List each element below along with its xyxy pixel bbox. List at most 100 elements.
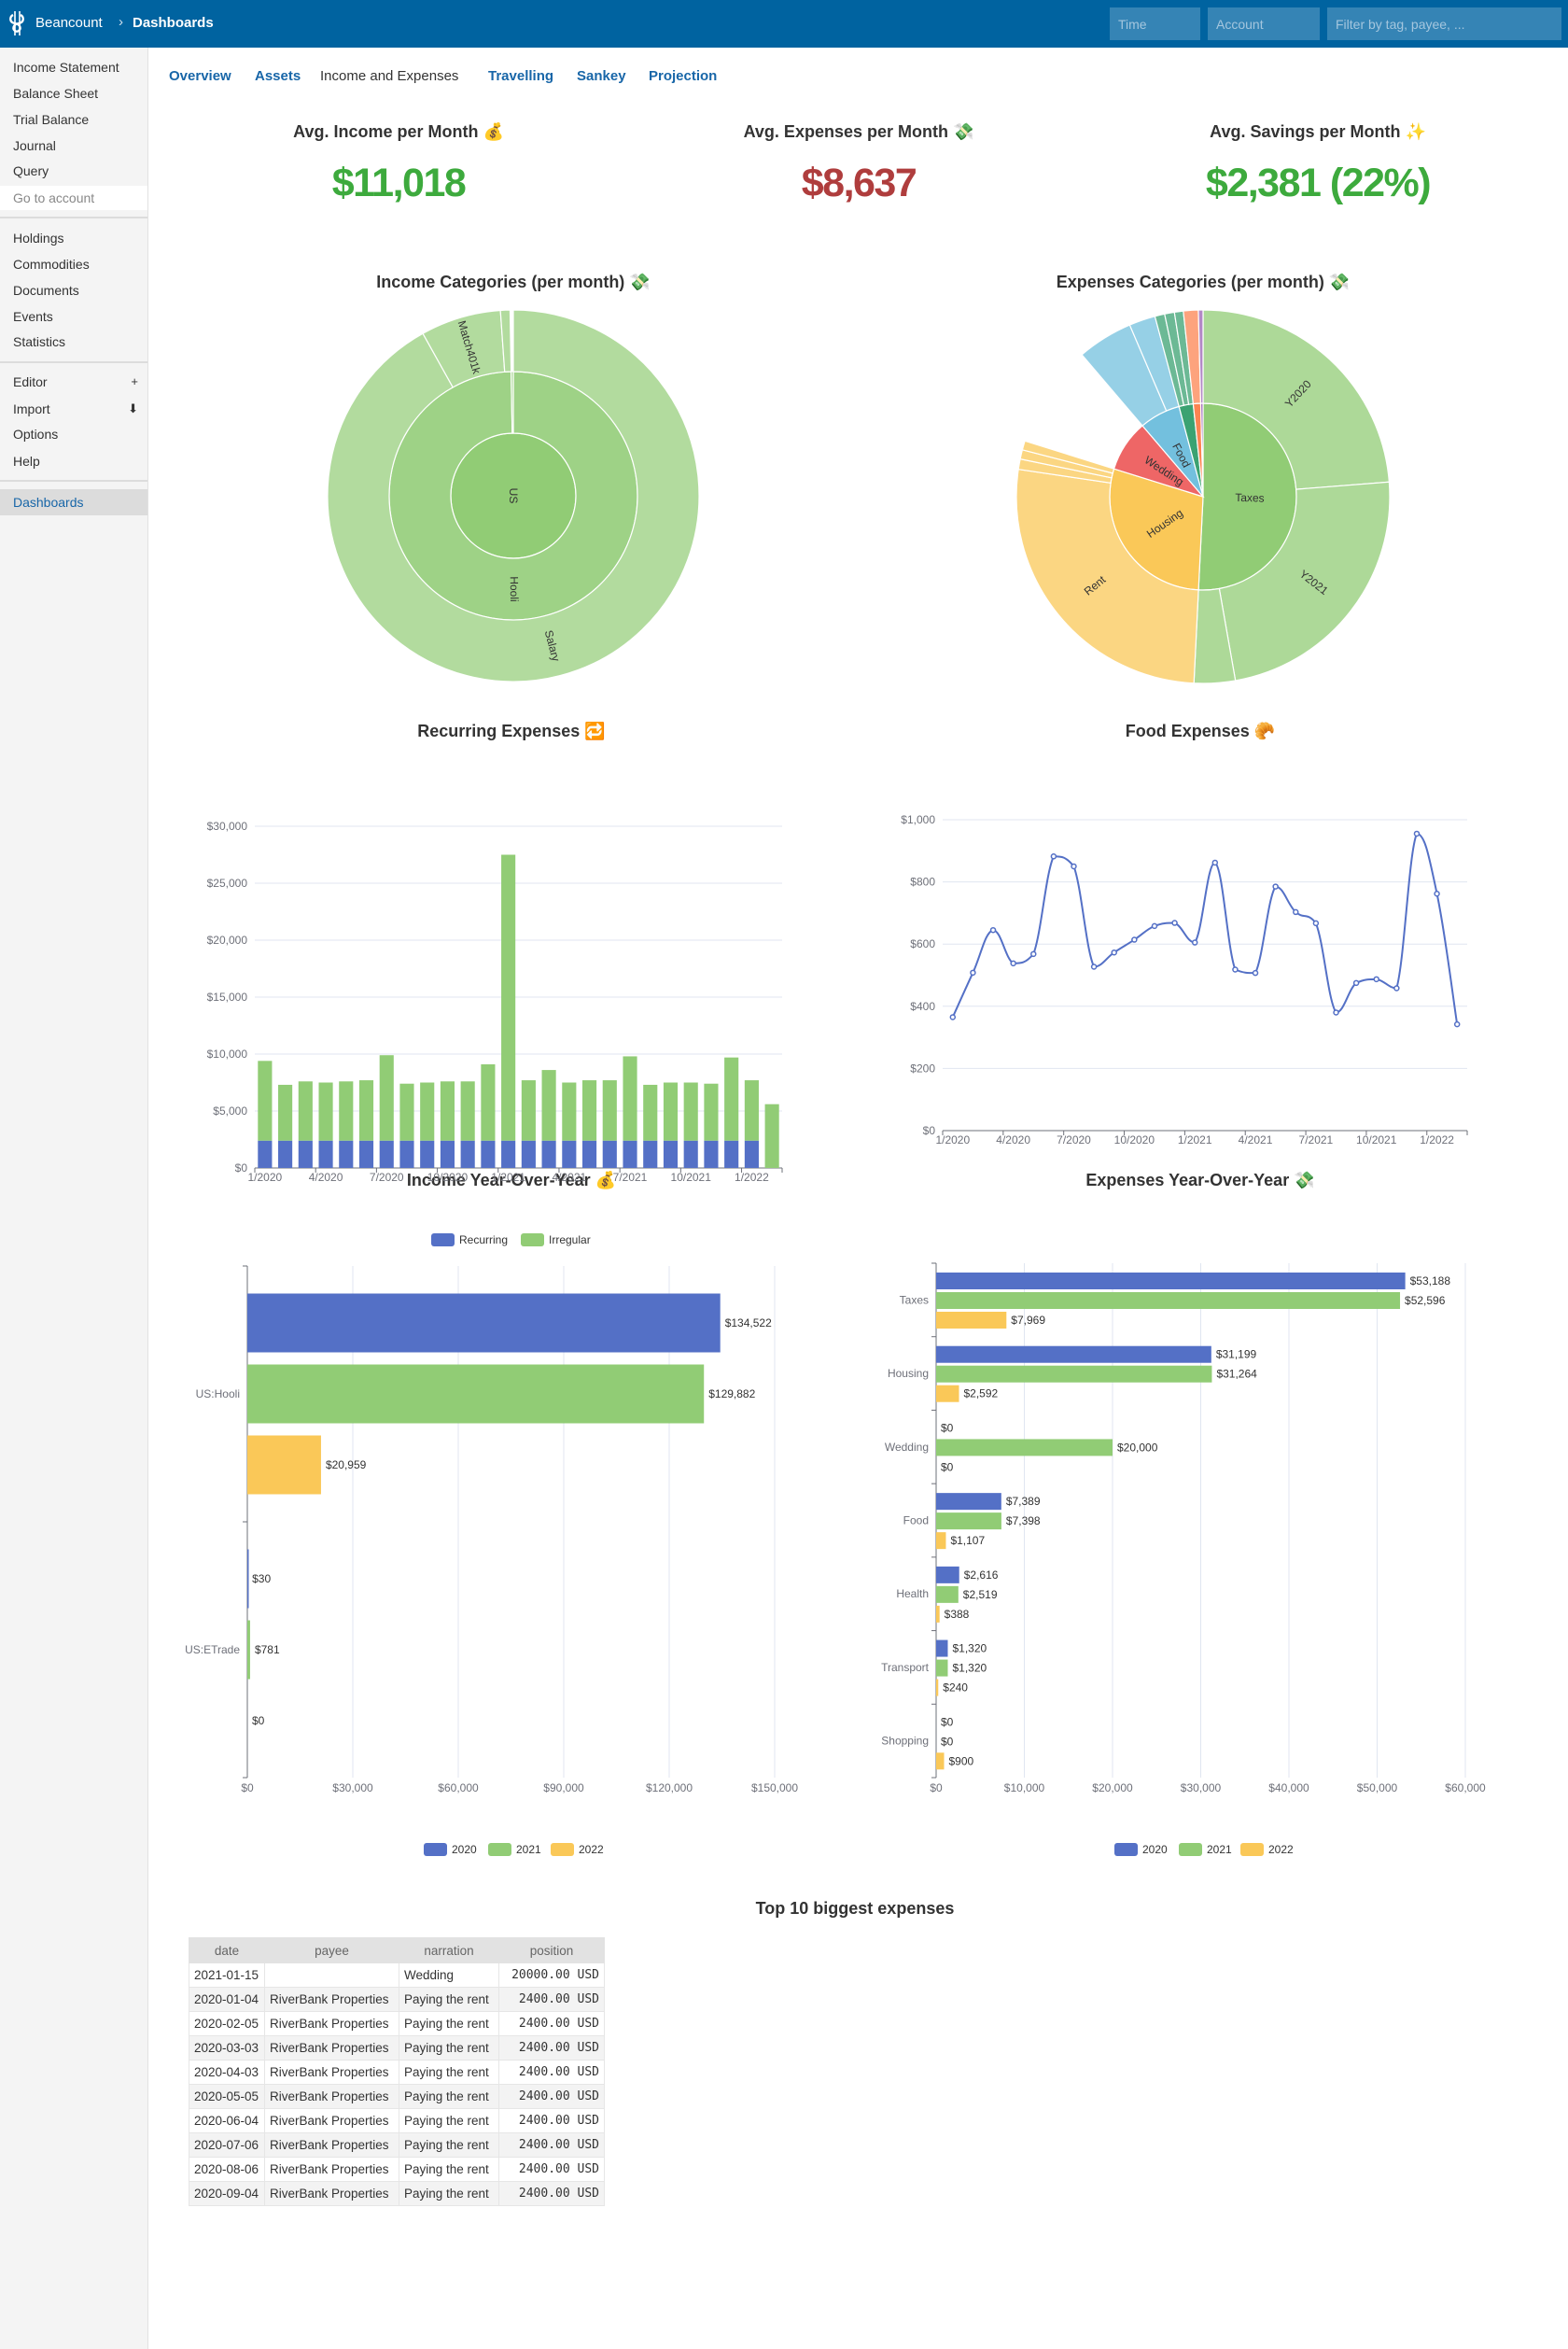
table-row: 2020-06-04 RiverBank Properties Paying the… xyxy=(189,2108,605,2133)
y-tick-label: $15,000 xyxy=(207,991,248,1004)
bar-2020 xyxy=(936,1345,1211,1363)
food-expenses-chart[interactable]: $0 $200 $400 $600 $800 $1,000 1/2020 4/2020 7/20… xyxy=(877,794,1493,1186)
y-tick-label: $0 xyxy=(235,1161,248,1174)
expenses-categories-sunburst[interactable]: TaxesY2020Y2021HousingRentWeddingFood xyxy=(1007,300,1399,694)
sidebar-item-import[interactable]: Import ⬇ xyxy=(0,397,147,421)
plus-icon[interactable]: + xyxy=(131,370,138,394)
x-tick-label: $60,000 xyxy=(438,1781,479,1794)
legend-swatch-2021 xyxy=(488,1843,511,1856)
bar-value-label: $0 xyxy=(941,1735,954,1748)
table-row: 2020-03-03 RiverBank Properties Paying the… xyxy=(189,2035,605,2061)
cell-date: 2021-01-15 xyxy=(189,1962,265,1988)
cell-position: 2400.00 USD xyxy=(498,2181,605,2206)
sidebar-item-dashboards[interactable]: Dashboards xyxy=(0,489,147,515)
breadcrumb-current-page: Dashboards xyxy=(133,15,214,31)
beancount-logo-icon[interactable] xyxy=(7,11,28,35)
sidebar-item-label: Import xyxy=(13,401,50,416)
bar-recurring xyxy=(258,1140,273,1168)
sidebar-item-holdings[interactable]: Holdings xyxy=(0,226,147,250)
sidebar-item-query[interactable]: Query xyxy=(0,159,147,183)
sidebar-item-balance-sheet[interactable]: Balance Sheet xyxy=(0,81,147,105)
data-point xyxy=(1333,1009,1339,1016)
bar-recurring xyxy=(623,1140,637,1168)
sidebar-item-editor[interactable]: Editor + xyxy=(0,370,147,394)
data-point xyxy=(1111,949,1117,956)
x-tick-label: $20,000 xyxy=(1092,1781,1133,1794)
bar-value-label: $31,264 xyxy=(1216,1368,1257,1381)
time-filter-input[interactable] xyxy=(1110,7,1200,40)
y-tick-label: $800 xyxy=(910,876,935,889)
sunburst-label: US xyxy=(507,488,520,504)
income-yoy-chart[interactable]: $0 $30,000 $60,000 $90,000 $120,000 $150,000 U… xyxy=(168,1242,821,1877)
tab-overview[interactable]: Overview xyxy=(169,68,231,84)
column-header-date[interactable]: date xyxy=(189,1937,265,1963)
y-tick-label: $25,000 xyxy=(207,877,248,890)
bar-recurring xyxy=(541,1140,556,1168)
cell-date: 2020-02-05 xyxy=(189,2011,265,2036)
category-label: Taxes xyxy=(900,1293,929,1306)
bar-irregular xyxy=(501,854,516,1141)
tag-payee-filter-input[interactable] xyxy=(1327,7,1561,40)
tab-income-and-expenses[interactable]: Income and Expenses xyxy=(320,68,458,84)
sidebar-item-options[interactable]: Options xyxy=(0,422,147,446)
x-tick-label: 1/2022 xyxy=(735,1171,769,1184)
legend-swatch-2021 xyxy=(1179,1843,1202,1856)
bar-irregular xyxy=(358,1080,374,1141)
tab-travelling[interactable]: Travelling xyxy=(488,68,553,84)
brand-link[interactable]: Beancount xyxy=(35,15,103,31)
x-tick-label: $30,000 xyxy=(1181,1781,1222,1794)
y-tick-label: $200 xyxy=(910,1062,935,1075)
sidebar-item-journal[interactable]: Journal xyxy=(0,134,147,158)
account-filter-input[interactable] xyxy=(1208,7,1320,40)
sidebar-item-documents[interactable]: Documents xyxy=(0,278,147,302)
sidebar-divider xyxy=(0,480,147,482)
expenses-yoy-chart[interactable]: $0 $10,000 $20,000 $30,000 $40,000 $50,000 $60… xyxy=(859,1242,1531,1877)
data-point xyxy=(1413,830,1421,837)
column-header-narration[interactable]: narration xyxy=(399,1937,499,1963)
bar-2020 xyxy=(936,1566,959,1583)
income-categories-sunburst[interactable]: USHooliSalaryMatch401k xyxy=(317,299,709,693)
bar-recurring xyxy=(602,1140,617,1168)
table-row: 2020-09-04 RiverBank Properties Paying the… xyxy=(189,2181,605,2206)
bar-value-label: $7,389 xyxy=(1006,1495,1041,1508)
data-point xyxy=(1211,859,1219,866)
sidebar-item-trial-balance[interactable]: Trial Balance xyxy=(0,107,147,132)
column-header-position[interactable]: position xyxy=(498,1937,605,1963)
tab-projection[interactable]: Projection xyxy=(649,68,717,84)
cell-date: 2020-03-03 xyxy=(189,2035,265,2061)
cell-date: 2020-04-03 xyxy=(189,2060,265,2085)
sidebar-item-help[interactable]: Help xyxy=(0,449,147,473)
bar-value-label: $900 xyxy=(949,1754,974,1767)
sidebar-item-events[interactable]: Events xyxy=(0,304,147,329)
bar-2020 xyxy=(247,1293,721,1353)
x-tick-label: $150,000 xyxy=(751,1781,798,1794)
bar-value-label: $1,320 xyxy=(952,1662,987,1675)
recurring-expenses-chart[interactable]: $0 $5,000 $10,000 $15,000 $20,000 $25,000 $30,… xyxy=(187,794,803,1260)
table-row: 2020-07-06 RiverBank Properties Paying the… xyxy=(189,2132,605,2158)
sidebar-item-commodities[interactable]: Commodities xyxy=(0,252,147,276)
bar-recurring xyxy=(399,1140,414,1168)
data-point xyxy=(1131,936,1138,943)
download-icon[interactable]: ⬇ xyxy=(128,397,138,421)
cell-payee: RiverBank Properties xyxy=(264,1987,399,2012)
legend-label: 2022 xyxy=(1268,1843,1294,1856)
table-row: 2020-02-05 RiverBank Properties Paying the… xyxy=(189,2011,605,2036)
column-header-payee[interactable]: payee xyxy=(264,1937,399,1963)
sidebar-divider xyxy=(0,361,147,363)
tab-assets[interactable]: Assets xyxy=(255,68,301,84)
bar-2022 xyxy=(936,1385,959,1402)
go-to-account-input[interactable] xyxy=(0,186,147,210)
bar-value-label: $1,107 xyxy=(950,1534,985,1547)
top-expenses-table: date payee narration position 2021-01-15… xyxy=(189,1937,605,2206)
cell-position: 2400.00 USD xyxy=(498,1987,605,2012)
data-point xyxy=(1312,920,1320,927)
tab-sankey[interactable]: Sankey xyxy=(577,68,626,84)
sidebar-item-statistics[interactable]: Statistics xyxy=(0,330,147,354)
sidebar-item-income-statement[interactable]: Income Statement xyxy=(0,55,147,79)
bar-value-label: $0 xyxy=(252,1714,265,1727)
cell-narration: Paying the rent xyxy=(399,2181,499,2206)
data-point xyxy=(1232,966,1239,973)
cell-date: 2020-07-06 xyxy=(189,2132,265,2158)
data-point xyxy=(1010,960,1016,967)
bar-recurring xyxy=(704,1140,719,1168)
